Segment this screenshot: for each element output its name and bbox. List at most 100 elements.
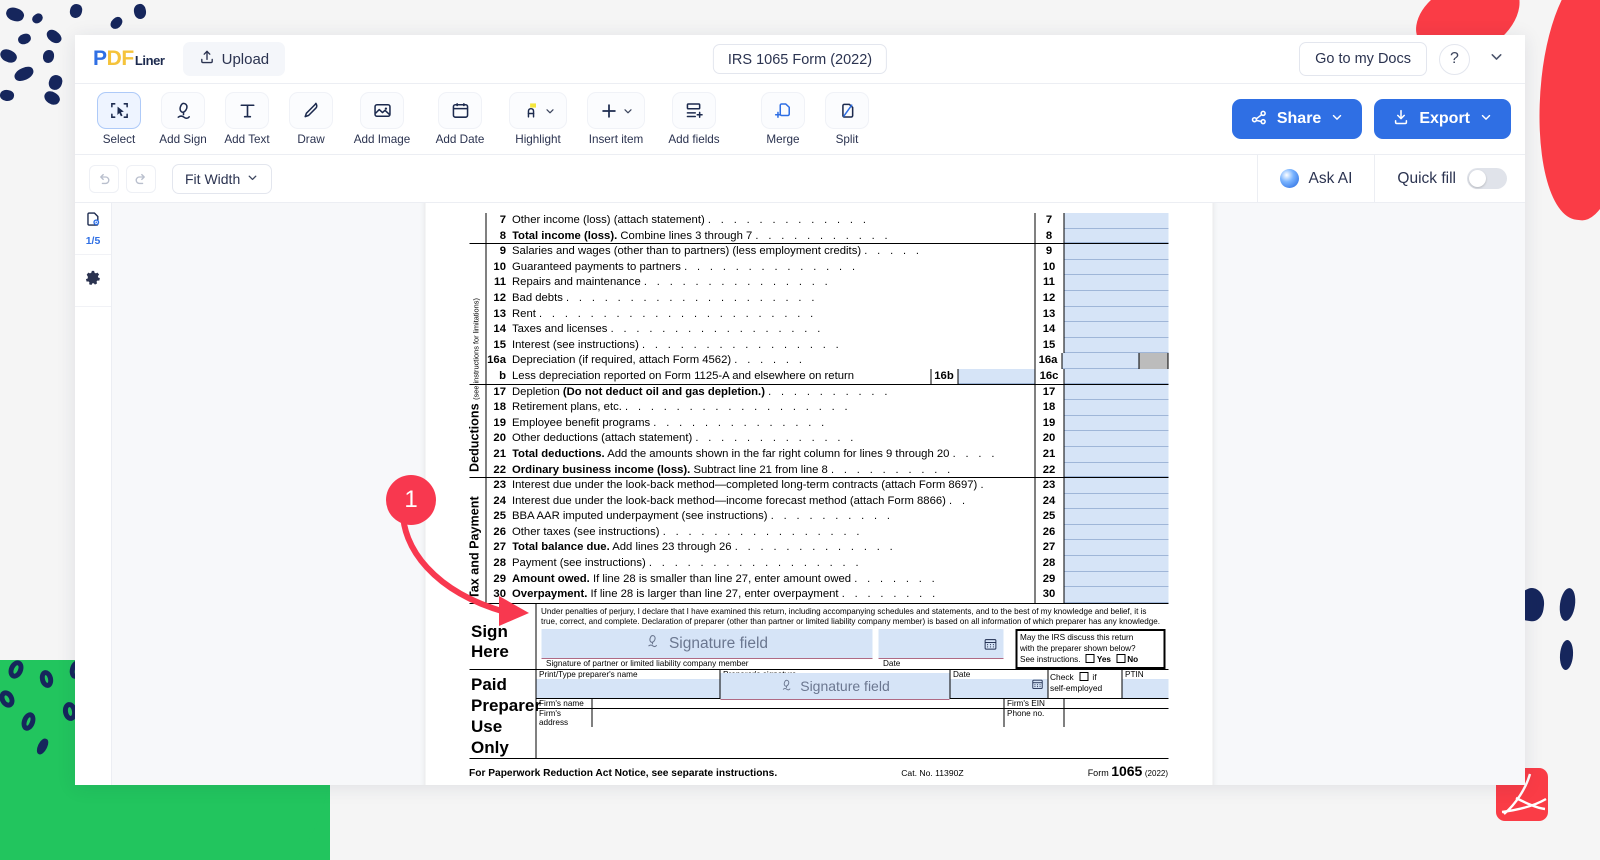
undo-button[interactable] [89,164,119,193]
no-checkbox[interactable] [1116,654,1126,664]
amount-field[interactable] [1064,493,1168,510]
line-box-number: 15 [1034,337,1064,354]
form-row: 22 Ordinary business income (loss). Subt… [469,462,1168,479]
preparer-name-input[interactable] [536,679,719,699]
firm-address-input[interactable] [592,709,1004,728]
pdf-canvas[interactable]: 7 Other income (loss) (attach statement)… [112,203,1525,785]
sign-date-field[interactable] [878,629,1003,660]
tool-label: Select [102,133,136,146]
amount-field[interactable] [958,368,1034,384]
secondary-toolbar-right: Ask AI Quick fill [1257,154,1525,203]
ask-ai-button[interactable]: Ask AI [1257,154,1374,203]
pdf-page: 7 Other income (loss) (attach statement)… [425,203,1212,785]
signature-placeholder: Signature field [668,634,769,652]
amount-field[interactable] [1064,400,1168,416]
partner-signature-field[interactable]: Signature field [541,629,872,660]
amount-field[interactable] [1064,478,1168,494]
upload-button[interactable]: Upload [182,42,286,76]
amount-field[interactable] [1064,524,1168,541]
shaded-cell [1138,353,1168,369]
amount-field[interactable] [1064,306,1168,323]
amount-field[interactable] [1064,275,1168,291]
line-text: If line 28 is smaller than line 27, ente… [592,572,852,585]
line-box-number: 12 [1034,290,1064,307]
line-number: b [499,369,506,382]
tool-split[interactable]: Split [817,92,877,146]
logo-letter-p: P [93,47,107,70]
preparer-signature-field[interactable]: Signature field [720,673,949,701]
tool-add-sign[interactable]: Add Sign [153,92,213,146]
dot-leader: . . . . . . . . . . . . . [734,541,897,554]
screen-root: P D F Liner Upload IRS 1065 Form (2022) Go … [0,0,1600,860]
go-to-my-docs-button[interactable]: Go to my Docs [1299,42,1427,76]
app-header: P D F Liner Upload IRS 1065 Form (2022) Go … [75,35,1525,84]
quick-fill-toggle[interactable]: Quick fill [1374,154,1525,203]
amount-field[interactable] [1064,337,1168,354]
line-text: Depreciation (if required, attach Form 4… [512,354,732,367]
tool-merge[interactable]: Merge [753,92,813,146]
amount-field[interactable] [1064,213,1168,229]
tool-add-text[interactable]: Add Text [217,92,277,146]
amount-field[interactable] [1064,259,1168,276]
amount-field[interactable] [1064,431,1168,447]
ptin-input[interactable] [1122,679,1168,699]
tool-add-date[interactable]: Add Date [423,92,497,146]
yes-checkbox[interactable] [1085,654,1095,664]
ptin-label: PTIN [1125,670,1144,680]
confetti-ring [0,687,18,711]
settings-button[interactable] [75,255,111,307]
phone-input[interactable] [1064,709,1168,727]
line-text: Combine lines 3 through 7 [620,229,753,242]
tool-add-fields[interactable]: Add fields [657,92,731,146]
amount-field[interactable] [1064,384,1168,401]
firm-name-input[interactable] [592,699,1004,710]
amount-field[interactable] [1064,462,1168,478]
tool-draw[interactable]: Draw [281,92,341,146]
signature-pen-icon [779,678,793,695]
amount-field[interactable] [1064,290,1168,307]
amount-field[interactable] [1064,322,1168,338]
tool-add-image[interactable]: Add Image [345,92,419,146]
page-indicator: 1/5 [85,235,101,247]
amount-field[interactable] [1064,368,1168,384]
amount-field[interactable] [1064,556,1168,572]
rail-spacer [469,385,486,401]
document-title[interactable]: IRS 1065 Form (2022) [712,44,888,74]
self-employed-checkbox[interactable] [1079,672,1089,682]
toggle-switch[interactable] [1467,168,1507,189]
amount-field[interactable] [1064,587,1168,603]
line-box-number: 17 [1034,384,1064,401]
line-bold-prefix: Total deductions. [512,447,605,460]
firm-ein-input[interactable] [1064,699,1168,710]
amount-field[interactable] [1062,353,1138,369]
amount-field[interactable] [1064,571,1168,588]
line-box-number: 7 [1034,213,1064,229]
amount-field[interactable] [1064,244,1168,260]
amount-field[interactable] [1064,228,1168,244]
amount-field[interactable] [1064,540,1168,557]
preparer-name-cell: Print/Type preparer's name [536,670,720,700]
tool-select[interactable]: Select [89,92,149,146]
firm-name-label: Firm's name [539,699,584,709]
tool-highlight[interactable]: Highlight [501,92,575,146]
line-description: BBA AAR imputed underpayment (see instru… [512,509,1034,525]
redo-button[interactable] [126,164,156,193]
image-icon [360,92,404,129]
header-actions: Go to my Docs ? [1299,42,1525,76]
account-chevron-down-icon[interactable] [1482,48,1511,70]
preparer-signature-placeholder: Signature field [800,678,890,695]
amount-field[interactable] [1064,446,1168,463]
share-button[interactable]: Share [1231,99,1363,139]
tool-insert-item[interactable]: Insert item [579,92,653,146]
line-number: 19 [493,416,506,429]
confetti-dot [68,2,84,20]
help-icon[interactable]: ? [1439,43,1470,75]
tool-label: Add Image [353,133,411,146]
amount-field[interactable] [1064,415,1168,432]
cursor-select-icon [97,92,141,129]
amount-field[interactable] [1064,509,1168,525]
line-text: Subtract line 21 from line 8 [693,463,828,476]
page-thumbnails-button[interactable]: 1/5 [75,203,111,255]
zoom-mode-select[interactable]: Fit Width [172,163,273,194]
export-button[interactable]: Export [1374,99,1511,139]
